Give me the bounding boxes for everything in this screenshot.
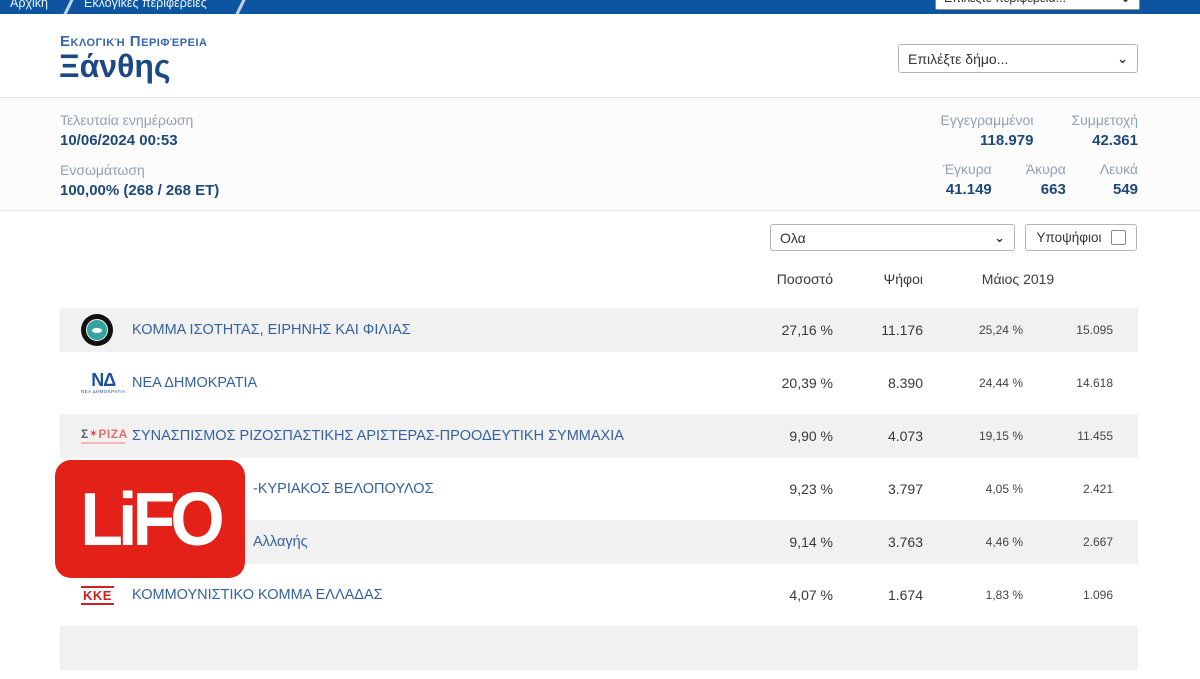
nea-dimokratia-logo: ΝΔ ΝΕΑ ΔΗΜΟΚΡΑΤΙΑ xyxy=(60,371,132,395)
breadcrumb-home[interactable]: Αρχική xyxy=(10,0,48,11)
votes-cell: 1.674 xyxy=(887,587,923,603)
valid-label: Έγκυρα xyxy=(943,161,992,177)
prev-percent-cell: 4,46 % xyxy=(985,535,1023,549)
prev-percent-cell: 4,05 % xyxy=(985,482,1023,496)
prev-percent-cell: 1,83 % xyxy=(985,588,1023,602)
prev-votes-cell: 11.455 xyxy=(1077,429,1113,443)
blank-value: 549 xyxy=(1112,181,1138,198)
breadcrumb-separator xyxy=(232,0,249,14)
syriza-caption-bar xyxy=(81,442,125,444)
turnout-label: Συμμετοχή xyxy=(1071,112,1138,128)
region-select[interactable]: Επιλέξτε περιφέρεια... ⌄ xyxy=(935,0,1140,10)
breadcrumb-separator xyxy=(60,0,77,14)
candidates-label: Υποψήφιοι xyxy=(1036,230,1102,245)
breadcrumb-regions[interactable]: Εκλογικές περιφέρειες xyxy=(84,0,207,11)
candidates-toggle[interactable]: Υποψήφιοι xyxy=(1025,224,1137,251)
votes-cell: 4.073 xyxy=(887,428,923,444)
registered-label: Εγγεγραμμένοι xyxy=(940,112,1034,128)
kke-logo: ΚΚΕ xyxy=(60,585,132,605)
percent-cell: 9,23 % xyxy=(789,481,833,497)
votes-cell: 3.763 xyxy=(887,534,923,550)
invalid-value: 663 xyxy=(1040,181,1066,198)
valid-value: 41.149 xyxy=(945,181,992,198)
table-row[interactable]: ΚΚΕ ΚΟΜΜΟΥΝΙΣΤΙΚΟ ΚΟΜΜΑ ΕΛΛΑΔΑΣ 4,07 % 1… xyxy=(60,573,1138,617)
percent-cell: 4,07 % xyxy=(789,587,833,603)
prev-votes-cell: 2.421 xyxy=(1082,482,1113,496)
prev-percent-cell: 25,24 % xyxy=(978,323,1023,337)
nd-mark: ΝΔ xyxy=(91,370,116,391)
column-header-percent: Ποσοστό xyxy=(776,271,833,287)
table-row[interactable]: Σ ✶ ΡΙΖΑ ΣΥΝΑΣΠΙΣΜΟΣ ΡΙΖΟΣΠΑΣΤΙΚΗΣ ΑΡΙΣΤ… xyxy=(60,414,1138,458)
last-update-value: 10/06/2024 00:53 xyxy=(60,132,178,149)
kief-logo xyxy=(60,314,132,346)
last-update-label: Τελευταία ενημέρωση xyxy=(60,112,194,128)
results-filter-value: Ολα xyxy=(780,229,806,246)
integration-value: 100,00% (268 / 268 ΕΤ) xyxy=(60,182,220,199)
party-name: ΣΥΝΑΣΠΙΣΜΟΣ ΡΙΖΟΣΠΑΣΤΙΚΗΣ ΑΡΙΣΤΕΡΑΣ-ΠΡΟΟ… xyxy=(132,428,624,444)
prev-percent-cell: 24,44 % xyxy=(978,376,1023,390)
kke-mark: ΚΚΕ xyxy=(81,585,114,605)
table-row[interactable]: ΝΔ ΝΕΑ ΔΗΜΟΚΡΑΤΙΑ ΝΕΑ ΔΗΜΟΚΡΑΤΙΑ 20,39 %… xyxy=(60,361,1138,405)
invalid-label: Άκυρα xyxy=(1025,161,1066,177)
prev-votes-cell: 15.095 xyxy=(1076,323,1113,337)
nd-caption: ΝΕΑ ΔΗΜΟΚΡΑΤΙΑ xyxy=(81,389,126,395)
chevron-down-icon: ⌄ xyxy=(1117,50,1128,66)
stats-band: Τελευταία ενημέρωση 10/06/2024 00:53 Ενσ… xyxy=(0,98,1200,211)
candidates-checkbox[interactable] xyxy=(1110,230,1126,245)
syriza-riza: ΡΙΖΑ xyxy=(98,427,128,441)
municipality-select-value: Επιλέξτε δήμο... xyxy=(908,50,1009,67)
chevron-down-icon: ⌄ xyxy=(1120,0,1131,4)
turnout-value: 42.361 xyxy=(1092,132,1138,149)
top-nav-bar: Αρχική Εκλογικές περιφέρειες Επιλέξτε πε… xyxy=(0,0,1200,14)
votes-cell: 11.176 xyxy=(881,322,923,338)
lifo-wordmark: LiFO xyxy=(80,476,224,562)
results-filter-select[interactable]: Ολα ⌄ xyxy=(770,224,1015,251)
municipality-select[interactable]: Επιλέξτε δήμο... ⌄ xyxy=(898,44,1138,73)
syriza-sigma: Σ xyxy=(81,427,89,441)
column-header-prev: Μάιος 2019 xyxy=(981,271,1055,287)
integration-label: Ενσωμάτωση xyxy=(60,162,145,178)
percent-cell: 9,14 % xyxy=(789,534,833,550)
column-header-votes: Ψήφοι xyxy=(883,271,923,287)
party-name: ΚΟΜΜΑ ΙΣΟΤΗΤΑΣ, ΕΙΡΗΝΗΣ ΚΑΙ ΦΙΛΙΑΣ xyxy=(132,322,411,338)
votes-cell: 8.390 xyxy=(887,375,923,391)
blank-label: Λευκά xyxy=(1099,161,1138,177)
lifo-watermark-logo: LiFO xyxy=(55,460,245,578)
region-select-value: Επιλέξτε περιφέρεια... xyxy=(944,0,1066,5)
prev-percent-cell: 19,15 % xyxy=(978,429,1023,443)
votes-cell: 3.797 xyxy=(887,481,923,497)
table-row[interactable] xyxy=(60,626,1138,670)
table-header: Ποσοστό Ψήφοι Μάιος 2019 xyxy=(60,271,1138,287)
registered-value: 118.979 xyxy=(980,132,1034,149)
party-name: ΚΟΜΜΟΥΝΙΣΤΙΚΟ ΚΟΜΜΑ ΕΛΛΑΔΑΣ xyxy=(132,587,383,603)
percent-cell: 27,16 % xyxy=(781,322,833,338)
prev-votes-cell: 2.667 xyxy=(1082,535,1113,549)
syriza-logo: Σ ✶ ΡΙΖΑ xyxy=(60,428,132,444)
chevron-down-icon: ⌄ xyxy=(994,229,1005,245)
percent-cell: 20,39 % xyxy=(781,375,833,391)
party-name: ΝΕΑ ΔΗΜΟΚΡΑΤΙΑ xyxy=(132,375,258,391)
percent-cell: 9,90 % xyxy=(789,428,833,444)
table-row[interactable]: ΚΟΜΜΑ ΙΣΟΤΗΤΑΣ, ΕΙΡΗΝΗΣ ΚΑΙ ΦΙΛΙΑΣ 27,16… xyxy=(60,308,1138,352)
page-title: Ξάνθης xyxy=(59,48,171,84)
prev-votes-cell: 1.096 xyxy=(1082,588,1113,602)
star-icon: ✶ xyxy=(88,427,98,440)
prev-votes-cell: 14.618 xyxy=(1076,376,1113,390)
